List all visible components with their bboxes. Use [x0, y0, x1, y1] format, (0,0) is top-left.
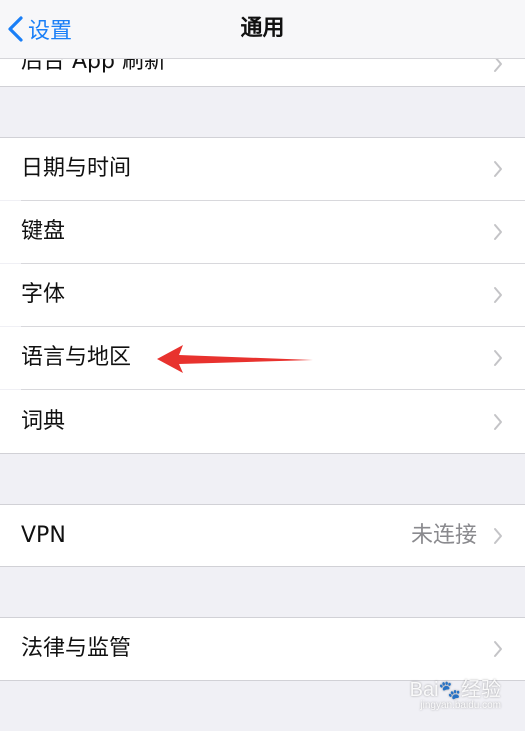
section-divider: [0, 566, 525, 567]
list-item-vpn[interactable]: VPN 未连接: [0, 505, 525, 566]
list-item-label: 法律与监管: [21, 636, 132, 661]
list-item-date-time[interactable]: 日期与时间: [0, 138, 525, 200]
list-item-label: VPN: [21, 523, 66, 548]
list-item-label: 语言与地区: [21, 345, 132, 370]
list-item-label: 日期与时间: [21, 156, 132, 181]
section-divider: [0, 86, 525, 87]
list-item-fonts[interactable]: 字体: [0, 264, 525, 326]
watermark-logo: Bai🐾经验 jingyan.baidu.com: [410, 673, 501, 711]
page-title: 通用: [240, 16, 285, 41]
paw-icon: 🐾: [438, 680, 461, 700]
list-item-label: 词典: [21, 409, 66, 434]
list-item-keyboard[interactable]: 键盘: [0, 201, 525, 263]
chevron-right-icon: [494, 641, 502, 657]
vpn-status-value: 未连接: [410, 523, 477, 548]
chevron-right-icon: [494, 350, 502, 366]
chevron-right-icon: [494, 287, 502, 303]
navigation-bar: 设置 通用: [0, 0, 525, 59]
list-item-label: 字体: [21, 282, 66, 307]
watermark-brand-suffix: 经验: [461, 679, 501, 701]
chevron-right-icon: [494, 527, 502, 544]
annotation-arrow-icon: [157, 345, 313, 373]
watermark-brand: Bai: [409, 679, 439, 701]
list-item-dictionary[interactable]: 词典: [0, 390, 525, 453]
section-divider: [0, 453, 525, 454]
watermark-url: jingyan.baidu.com: [420, 700, 501, 711]
list-item-label: 键盘: [21, 219, 66, 244]
chevron-right-icon: [494, 224, 502, 240]
list-item-legal-regulatory[interactable]: 法律与监管: [0, 618, 525, 680]
chevron-right-icon: [494, 413, 502, 430]
chevron-right-icon: [494, 161, 502, 177]
